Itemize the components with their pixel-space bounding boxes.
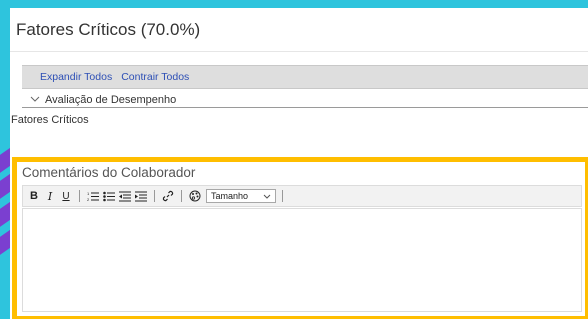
svg-text:1: 1 — [87, 191, 90, 196]
collapse-all-link[interactable]: Contrair Todos — [121, 71, 189, 83]
performance-review-row[interactable]: Avaliação de Desempenho — [22, 93, 588, 108]
indent-icon[interactable] — [134, 188, 148, 204]
sub-section-label: Fatores Críticos — [11, 114, 89, 126]
critical-factors-panel: Fatores Críticos (70.0%) Expandir Todos … — [10, 8, 588, 319]
bold-icon[interactable]: B — [27, 188, 41, 204]
comments-editor[interactable] — [22, 208, 582, 312]
outdent-icon[interactable] — [118, 188, 132, 204]
expand-collapse-bar: Expandir Todos Contrair Todos — [22, 65, 588, 89]
toolbar-separator — [79, 190, 80, 202]
group-label: Avaliação de Desempenho — [45, 94, 177, 106]
font-size-value: Tamanho — [211, 191, 249, 201]
toolbar-separator — [154, 190, 155, 202]
toolbar-separator — [181, 190, 182, 202]
section-title: Fatores Críticos (70.0%) — [16, 20, 201, 39]
rich-text-toolbar: B I U 12 Tamanho — [22, 185, 582, 207]
svg-text:2: 2 — [87, 197, 90, 202]
italic-icon[interactable]: I — [43, 188, 57, 204]
bulleted-list-icon[interactable] — [102, 188, 116, 204]
font-size-select[interactable]: Tamanho — [206, 189, 276, 203]
palette-icon[interactable] — [188, 188, 202, 204]
chevron-down-icon — [263, 191, 271, 201]
expand-all-link[interactable]: Expandir Todos — [40, 71, 112, 83]
comments-title: Comentários do Colaborador — [22, 165, 196, 180]
underline-icon[interactable]: U — [59, 188, 73, 204]
chevron-down-icon[interactable] — [30, 95, 40, 106]
link-icon[interactable] — [161, 188, 175, 204]
toolbar-separator — [282, 190, 283, 202]
title-divider — [10, 51, 588, 52]
employee-comments-highlight: Comentários do Colaborador B I U 12 Tama… — [12, 157, 588, 319]
numbered-list-icon[interactable]: 12 — [86, 188, 100, 204]
